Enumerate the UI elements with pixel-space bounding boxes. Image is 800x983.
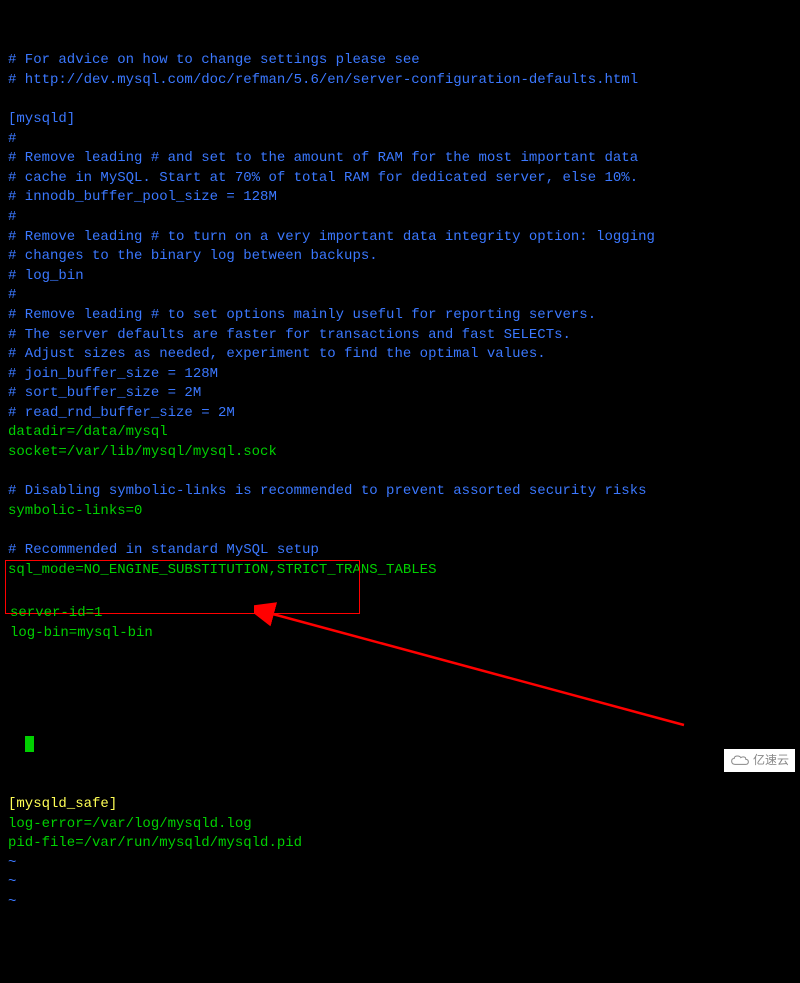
config-line: # Remove leading # to turn on a very imp… (8, 228, 792, 248)
config-line: ~ (8, 893, 792, 913)
watermark: 亿速云 (724, 749, 795, 772)
config-line: # changes to the binary log between back… (8, 247, 792, 267)
watermark-text: 亿速云 (753, 752, 789, 769)
config-line: # (8, 208, 792, 228)
config-line: # log_bin (8, 267, 792, 287)
config-line: # Remove leading # to set options mainly… (8, 306, 792, 326)
config-line: # http://dev.mysql.com/doc/refman/5.6/en… (8, 71, 792, 91)
config-line: # read_rnd_buffer_size = 2M (8, 404, 792, 424)
config-line: ~ (8, 873, 792, 893)
config-line: [mysqld_safe] (8, 795, 792, 815)
config-line: # innodb_buffer_pool_size = 128M (8, 188, 792, 208)
config-line: # (8, 130, 792, 150)
config-line: # sort_buffer_size = 2M (8, 384, 792, 404)
config-line: datadir=/data/mysql (8, 423, 792, 443)
config-line: symbolic-links=0 (8, 502, 792, 522)
config-line (8, 521, 792, 541)
config-line: # join_buffer_size = 128M (8, 365, 792, 385)
config-line: ~ (8, 854, 792, 874)
config-lines-after: [mysqld_safe]log-error=/var/log/mysqld.l… (8, 775, 792, 912)
config-line: [mysqld] (8, 110, 792, 130)
config-line: # (8, 286, 792, 306)
config-line: log-bin=mysql-bin (10, 624, 355, 644)
config-line: # Recommended in standard MySQL setup (8, 541, 792, 561)
config-line (8, 463, 792, 483)
config-line: log-error=/var/log/mysqld.log (8, 815, 792, 835)
highlight-annotation-box: server-id=1log-bin=mysql-bin (5, 560, 360, 614)
editor-cursor (25, 736, 34, 752)
terminal-editor[interactable]: # For advice on how to change settings p… (0, 0, 800, 983)
config-line (8, 775, 792, 795)
config-line (8, 90, 792, 110)
config-lines-before: # For advice on how to change settings p… (8, 51, 792, 600)
config-line: # The server defaults are faster for tra… (8, 326, 792, 346)
config-line: socket=/var/lib/mysql/mysql.sock (8, 443, 792, 463)
config-line: # Remove leading # and set to the amount… (8, 149, 792, 169)
config-line: # Disabling symbolic-links is recommende… (8, 482, 792, 502)
config-line: # cache in MySQL. Start at 70% of total … (8, 169, 792, 189)
config-line: # For advice on how to change settings p… (8, 51, 792, 71)
cloud-icon (730, 754, 750, 768)
config-line: # Adjust sizes as needed, experiment to … (8, 345, 792, 365)
config-line: pid-file=/var/run/mysqld/mysqld.pid (8, 834, 792, 854)
config-line: server-id=1 (10, 604, 355, 624)
boxed-config-lines: server-id=1log-bin=mysql-bin (10, 604, 355, 643)
